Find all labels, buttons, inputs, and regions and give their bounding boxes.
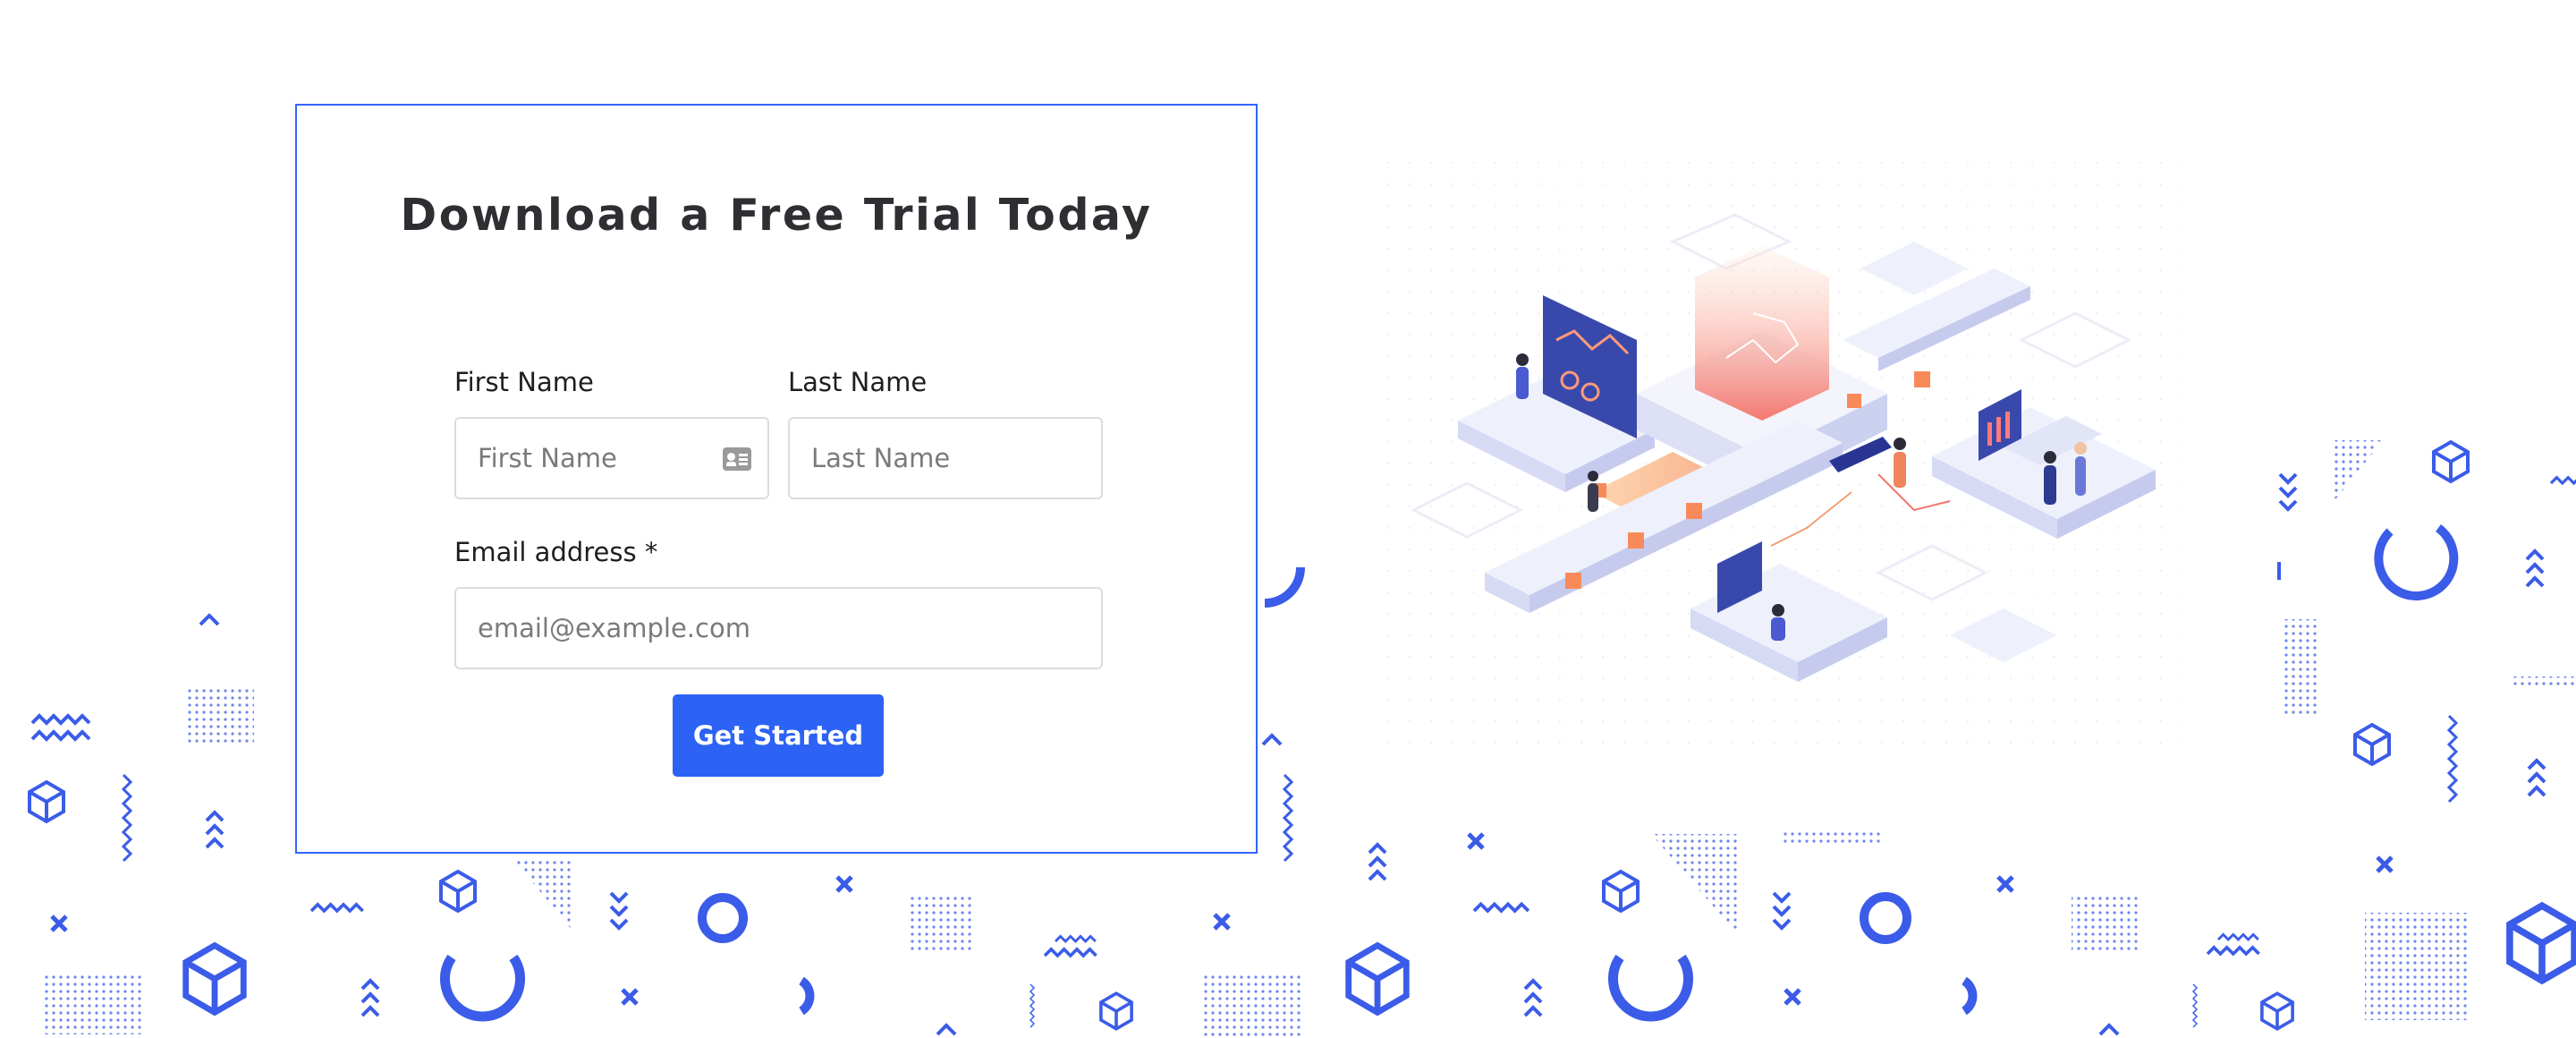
last-name-label: Last Name xyxy=(788,367,928,397)
trial-form-card: Download a Free Trial Today First Name L… xyxy=(295,104,1258,854)
first-name-input[interactable] xyxy=(478,419,708,498)
contact-card-icon[interactable] xyxy=(723,447,751,471)
last-name-input[interactable] xyxy=(811,419,1042,498)
email-field-wrapper xyxy=(454,587,1103,669)
get-started-button[interactable]: Get Started xyxy=(673,694,884,777)
form-title: Download a Free Trial Today xyxy=(400,190,1153,241)
last-name-field-wrapper xyxy=(788,417,1103,499)
isometric-illustration xyxy=(1377,152,2182,761)
first-name-field-wrapper xyxy=(454,417,769,499)
first-name-label: First Name xyxy=(454,367,594,397)
email-label: Email address * xyxy=(454,537,658,567)
email-input[interactable] xyxy=(478,589,1042,668)
